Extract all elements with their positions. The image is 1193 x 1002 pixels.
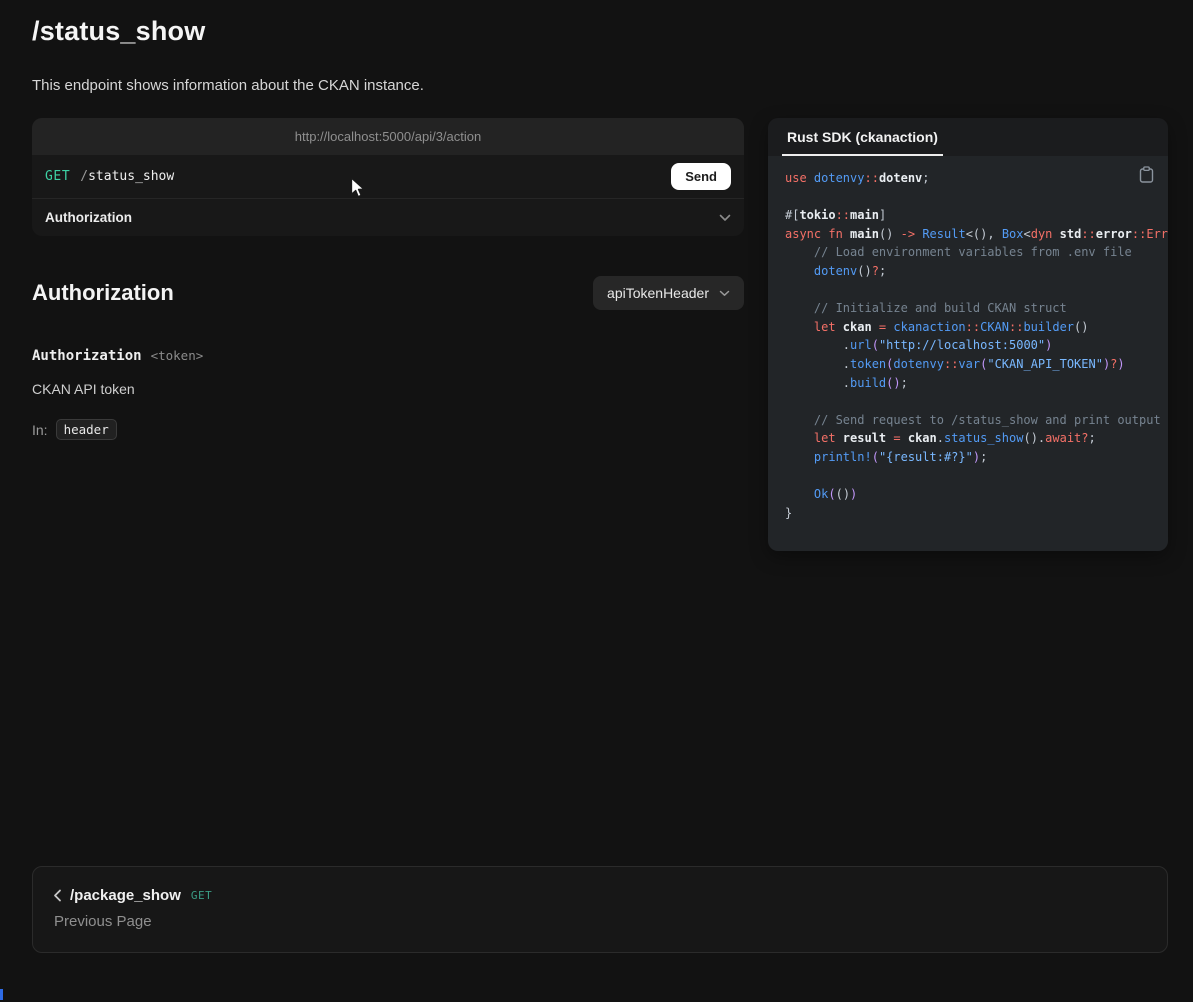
left-column: http://localhost:5000/api/3/action GET /… [32, 118, 744, 440]
main-content: http://localhost:5000/api/3/action GET /… [32, 118, 1168, 866]
page-title: /status_show [32, 16, 1168, 47]
request-path-name: status_show [88, 169, 174, 184]
authorization-heading: Authorization [32, 280, 174, 306]
copy-clipboard-icon[interactable] [1137, 164, 1156, 188]
send-button[interactable]: Send [671, 163, 731, 190]
previous-page-path: /package_show [70, 887, 181, 904]
footer-navigation: /package_show GET Previous Page [32, 866, 1168, 953]
base-url-bar[interactable]: http://localhost:5000/api/3/action [32, 118, 744, 155]
auth-param-row: Authorization <token> [32, 348, 744, 364]
authorization-collapse-row[interactable]: Authorization [32, 199, 744, 236]
previous-page-top-row: /package_show GET [53, 887, 1147, 904]
auth-scheme-selected: apiTokenHeader [607, 285, 709, 301]
page-description: This endpoint shows information about th… [32, 77, 1168, 94]
auth-param-name: Authorization [32, 348, 142, 364]
code-block: use dotenvy::dotenv; #[tokio::main] asyn… [768, 156, 1168, 542]
code-sample-panel: Rust SDK (ckanaction) use dotenvy::doten… [768, 118, 1168, 551]
in-label: In: [32, 422, 48, 438]
in-value-badge: header [56, 419, 117, 440]
request-path-slash: / [80, 169, 88, 184]
request-row: GET /status_show Send [32, 155, 744, 198]
previous-page-label: Previous Page [53, 913, 1147, 930]
code-panel-header: Rust SDK (ckanaction) [768, 118, 1168, 156]
code-area: use dotenvy::dotenv; #[tokio::main] asyn… [768, 156, 1168, 551]
auth-param-location-row: In: header [32, 419, 744, 440]
chevron-left-icon [53, 889, 62, 902]
previous-page-link[interactable]: /package_show GET Previous Page [32, 866, 1168, 953]
chevron-down-icon [719, 290, 730, 297]
http-method-badge: GET [45, 169, 70, 184]
base-url-text: http://localhost:5000/api/3/action [295, 129, 481, 144]
authorization-heading-row: Authorization apiTokenHeader [32, 276, 744, 310]
auth-scheme-dropdown[interactable]: apiTokenHeader [593, 276, 744, 310]
corner-accent-bar [0, 989, 3, 1000]
request-path: /status_show [80, 169, 174, 184]
auth-param-type: <token> [151, 348, 204, 363]
chevron-down-icon [719, 214, 731, 222]
auth-param-description: CKAN API token [32, 381, 744, 397]
tab-rust-sdk[interactable]: Rust SDK (ckanaction) [782, 129, 943, 156]
previous-page-method: GET [191, 889, 212, 902]
authorization-collapse-label: Authorization [45, 210, 132, 225]
api-request-card: http://localhost:5000/api/3/action GET /… [32, 118, 744, 236]
